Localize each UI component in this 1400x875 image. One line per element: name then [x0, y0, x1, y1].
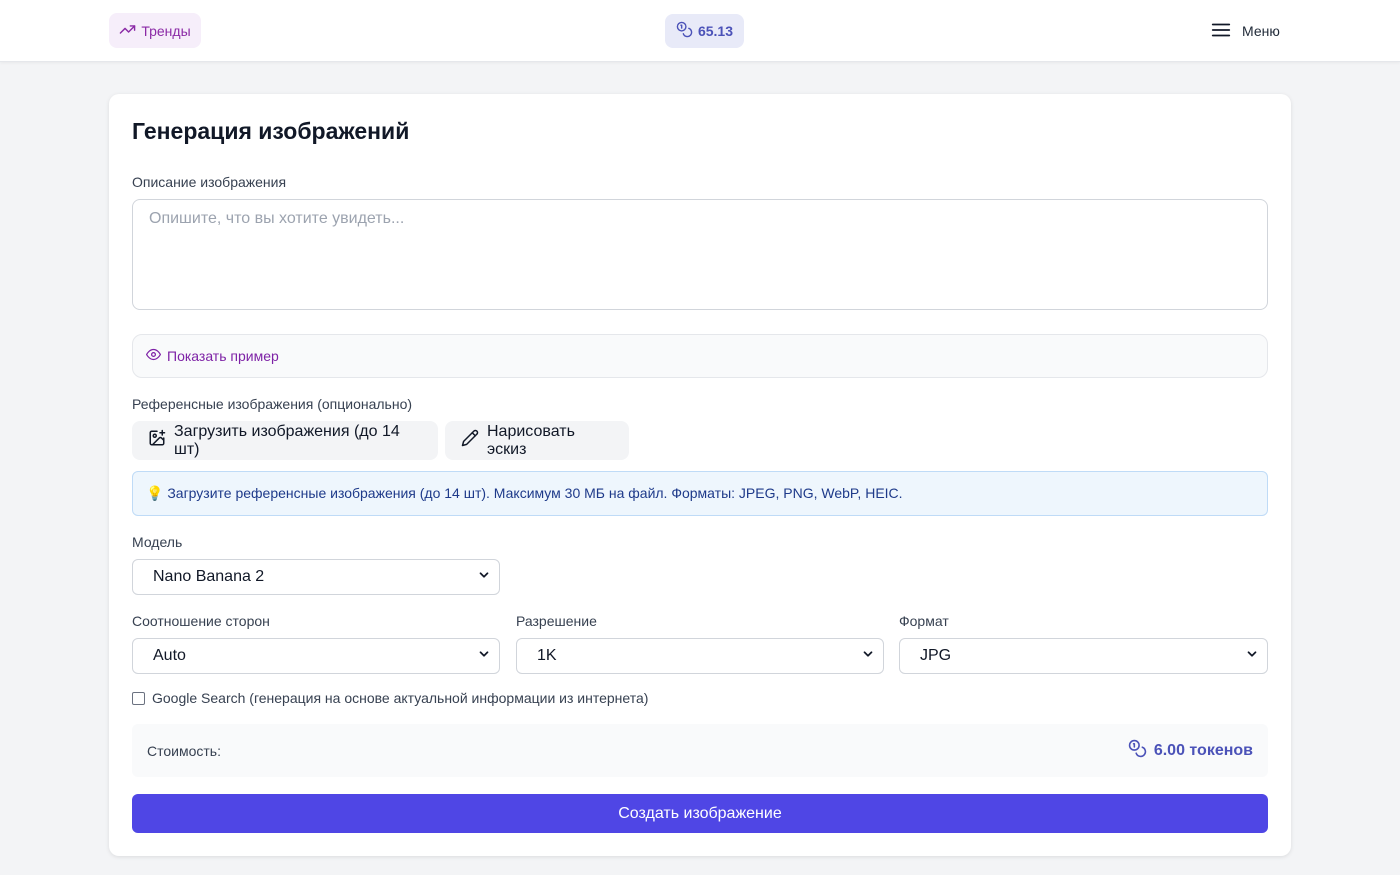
resolution-select[interactable]: 1K [516, 638, 884, 674]
trending-up-icon [119, 21, 136, 41]
upload-images-label: Загрузить изображения (до 14 шт) [174, 422, 400, 458]
eye-icon [146, 347, 161, 365]
coins-icon [1128, 739, 1147, 763]
references-info-banner: 💡 Загрузите референсные изображения (до … [132, 471, 1268, 516]
chevron-down-icon [1245, 647, 1259, 666]
resolution-label: Разрешение [516, 613, 597, 629]
references-label: Референсные изображения (опционально) [132, 396, 413, 412]
description-label: Описание изображения [132, 174, 287, 190]
google-search-option: Google Search (генерация на основе актуа… [132, 690, 648, 706]
aspect-ratio-select[interactable]: Auto [132, 638, 500, 674]
google-search-checkbox[interactable] [132, 691, 145, 705]
cost-label: Стоимость: [147, 743, 221, 759]
token-balance-button[interactable]: 65.13 [665, 14, 744, 48]
references-info-text: 💡 Загрузите референсные изображения (до … [146, 485, 903, 501]
menu-label: Меню [1242, 23, 1280, 39]
image-generation-card: Генерация изображений Описание изображен… [109, 94, 1291, 856]
token-balance-value: 65.13 [697, 23, 734, 39]
create-image-button[interactable]: Создать изображение [132, 794, 1268, 833]
image-plus-icon [148, 429, 166, 452]
resolution-value: 1K [537, 647, 557, 664]
draw-sketch-button[interactable]: Нарисовать эскиз [445, 421, 629, 460]
model-label: Модель [132, 534, 183, 550]
format-label: Формат [899, 613, 949, 629]
top-navigation-bar: Тренды 65.13 Меню [0, 0, 1400, 62]
format-select[interactable]: JPG [899, 638, 1268, 674]
cost-value: 6.00 токенов [1153, 742, 1253, 759]
show-example-toggle[interactable]: Показать пример [132, 334, 1268, 378]
aspect-ratio-value: Auto [153, 647, 186, 664]
draw-sketch-label: Нарисовать эскиз [487, 422, 575, 458]
create-image-label: Создать изображение [618, 804, 782, 822]
coins-icon [676, 21, 693, 41]
menu-button[interactable]: Меню [1210, 14, 1290, 48]
aspect-ratio-label: Соотношение сторон [132, 613, 270, 629]
show-example-label: Показать пример [167, 348, 279, 364]
cost-summary: Стоимость: 6.00 токенов [132, 724, 1268, 777]
chevron-down-icon [477, 647, 491, 666]
description-input[interactable] [132, 199, 1268, 310]
google-search-label: Google Search (генерация на основе актуа… [152, 690, 649, 706]
upload-images-button[interactable]: Загрузить изображения (до 14 шт) [132, 421, 438, 460]
pencil-icon [461, 429, 479, 452]
trends-button[interactable]: Тренды [109, 13, 201, 48]
model-select-value: Nano Banana 2 [153, 568, 265, 585]
trends-label: Тренды [141, 22, 191, 39]
chevron-down-icon [861, 647, 875, 666]
chevron-down-icon [477, 568, 491, 587]
model-select[interactable]: Nano Banana 2 [132, 559, 500, 595]
cost-value-group: 6.00 токенов [1128, 739, 1253, 763]
format-value: JPG [920, 647, 952, 664]
hamburger-menu-icon [1210, 19, 1232, 44]
page-title: Генерация изображений [132, 118, 410, 144]
